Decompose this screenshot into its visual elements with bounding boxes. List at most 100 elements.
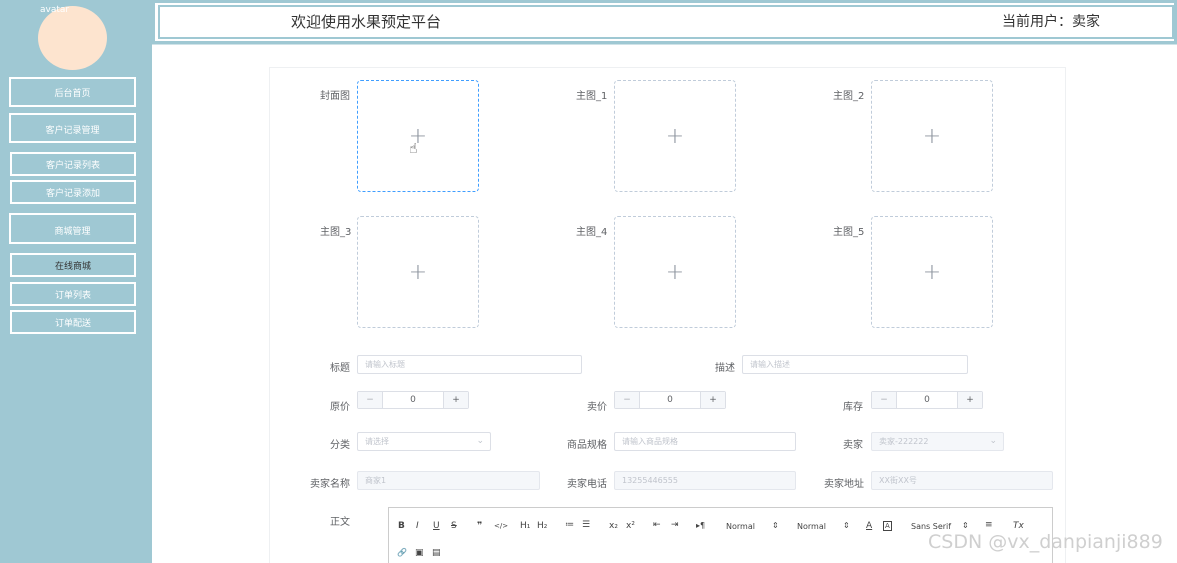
avatar[interactable]: [38, 6, 107, 70]
increment-button[interactable]: +: [443, 392, 468, 408]
main-image-1-upload[interactable]: +: [614, 80, 736, 192]
font-family-select[interactable]: Sans Serif: [911, 522, 951, 531]
description-placeholder: 请输入描述: [750, 360, 790, 369]
description-input[interactable]: 请输入描述: [742, 355, 968, 374]
video-icon[interactable]: ▤: [432, 548, 441, 558]
stock-label: 库存: [843, 402, 863, 413]
seller-address-input[interactable]: XX街XX号: [871, 471, 1053, 490]
font-size-select-value: Normal: [726, 522, 755, 531]
nav-customer-record-add[interactable]: 客户记录添加: [10, 180, 136, 204]
underline-button[interactable]: U: [433, 521, 440, 531]
bold-button[interactable]: B: [398, 521, 405, 531]
bullet-list-button[interactable]: ☰: [582, 520, 590, 530]
cover-image-upload[interactable]: +: [357, 80, 479, 192]
seller-address-value: XX街XX号: [879, 476, 917, 485]
text-color-button[interactable]: A: [866, 521, 872, 531]
category-label: 分类: [330, 440, 350, 451]
seller-select[interactable]: 卖家-222222 ⌄: [871, 432, 1004, 451]
chevron-down-icon: ⌄: [476, 436, 484, 446]
seller-label: 卖家: [843, 440, 863, 451]
indent-button[interactable]: ⇥: [671, 520, 679, 530]
font-family-select-value: Sans Serif: [911, 522, 952, 531]
code-block-button[interactable]: </>: [494, 522, 508, 530]
avatar-alt-text: avatar: [40, 5, 70, 15]
plus-icon: +: [408, 259, 428, 285]
chevron-updown-icon: ⇕: [962, 521, 969, 530]
nav-dashboard[interactable]: 后台首页: [9, 77, 136, 107]
font-size-select[interactable]: Normal: [726, 522, 755, 531]
sidebar: avatar 后台首页 客户记录管理 客户记录列表 客户记录添加 商城管理 在线…: [0, 0, 152, 563]
seller-name-input[interactable]: 商家1: [357, 471, 540, 490]
header-size-select[interactable]: Normal: [797, 522, 826, 531]
seller-name-label: 卖家名称: [310, 479, 350, 490]
header-divider: [152, 44, 1177, 45]
chevron-down-icon: ⌄: [989, 436, 997, 446]
main-image-5-upload[interactable]: +: [871, 216, 993, 328]
increment-button[interactable]: +: [957, 392, 982, 408]
chevron-updown-icon: ⇕: [843, 521, 850, 530]
ordered-list-button[interactable]: ≔: [565, 520, 574, 530]
superscript-button[interactable]: x²: [626, 521, 635, 531]
stock-stepper[interactable]: − 0 +: [871, 391, 983, 409]
nav-mall-management-label: 商城管理: [54, 227, 91, 237]
header: 欢迎使用水果预定平台 当前用户：卖家: [152, 0, 1177, 44]
seller-phone-label: 卖家电话: [567, 479, 607, 490]
subscript-button[interactable]: x₂: [609, 521, 618, 531]
nav-customer-records[interactable]: 客户记录管理: [9, 113, 136, 143]
italic-button[interactable]: I: [416, 521, 419, 531]
title-label: 标题: [330, 363, 350, 374]
nav-customer-record-list[interactable]: 客户记录列表: [10, 152, 136, 176]
nav-order-list[interactable]: 订单列表: [10, 282, 136, 306]
plus-icon: +: [665, 123, 685, 149]
sell-price-label: 卖价: [587, 402, 607, 413]
spec-placeholder: 请输入商品规格: [622, 437, 678, 446]
header-1-button[interactable]: H₁: [520, 521, 530, 531]
outdent-button[interactable]: ⇤: [653, 520, 661, 530]
increment-button[interactable]: +: [700, 392, 725, 408]
clean-format-button[interactable]: Tx: [1013, 521, 1024, 531]
seller-name-value: 商家1: [365, 476, 387, 485]
sell-price-stepper[interactable]: − 0 +: [614, 391, 726, 409]
nav-order-delivery-label: 订单配送: [54, 318, 91, 329]
header-2-button[interactable]: H₂: [537, 521, 547, 531]
nav-customer-record-add-label: 客户记录添加: [45, 188, 100, 199]
page-title: 欢迎使用水果预定平台: [291, 13, 442, 31]
sell-price-value[interactable]: 0: [640, 392, 700, 408]
background-color-button[interactable]: A: [883, 521, 892, 531]
strike-button[interactable]: S: [451, 521, 457, 531]
main-image-1-label: 主图_1: [576, 91, 608, 102]
seller-phone-input[interactable]: 13255446555: [614, 471, 796, 490]
decrement-button[interactable]: −: [358, 392, 383, 408]
title-input[interactable]: 请输入标题: [357, 355, 582, 374]
spec-label: 商品规格: [567, 440, 607, 451]
title-placeholder: 请输入标题: [365, 360, 405, 369]
align-button[interactable]: ≡: [985, 520, 993, 530]
category-placeholder: 请选择: [365, 437, 389, 446]
seller-phone-value: 13255446555: [622, 476, 678, 485]
cover-image-label: 封面图: [320, 91, 350, 102]
content-label: 正文: [330, 517, 350, 528]
original-price-stepper[interactable]: − 0 +: [357, 391, 469, 409]
stock-value[interactable]: 0: [897, 392, 957, 408]
spec-input[interactable]: 请输入商品规格: [614, 432, 796, 451]
plus-icon: +: [922, 123, 942, 149]
main-image-2-upload[interactable]: +: [871, 80, 993, 192]
seller-address-label: 卖家地址: [824, 479, 864, 490]
nav-online-mall[interactable]: 在线商城: [10, 253, 136, 277]
original-price-value[interactable]: 0: [383, 392, 443, 408]
blockquote-button[interactable]: ❞: [477, 521, 482, 531]
image-icon[interactable]: ▣: [415, 548, 424, 558]
nav-customer-record-list-label: 客户记录列表: [45, 160, 100, 171]
text-direction-button[interactable]: ▸¶: [696, 521, 705, 530]
chevron-updown-icon: ⇕: [772, 521, 779, 530]
category-select[interactable]: 请选择 ⌄: [357, 432, 491, 451]
decrement-button[interactable]: −: [872, 392, 897, 408]
main-image-4-upload[interactable]: +: [614, 216, 736, 328]
main-image-4-label: 主图_4: [576, 227, 608, 238]
nav-mall-management[interactable]: 商城管理: [9, 213, 136, 244]
link-icon[interactable]: 🔗: [397, 548, 407, 557]
nav-order-delivery[interactable]: 订单配送: [10, 310, 136, 334]
main-image-3-upload[interactable]: +: [357, 216, 479, 328]
decrement-button[interactable]: −: [615, 392, 640, 408]
plus-icon: +: [922, 259, 942, 285]
